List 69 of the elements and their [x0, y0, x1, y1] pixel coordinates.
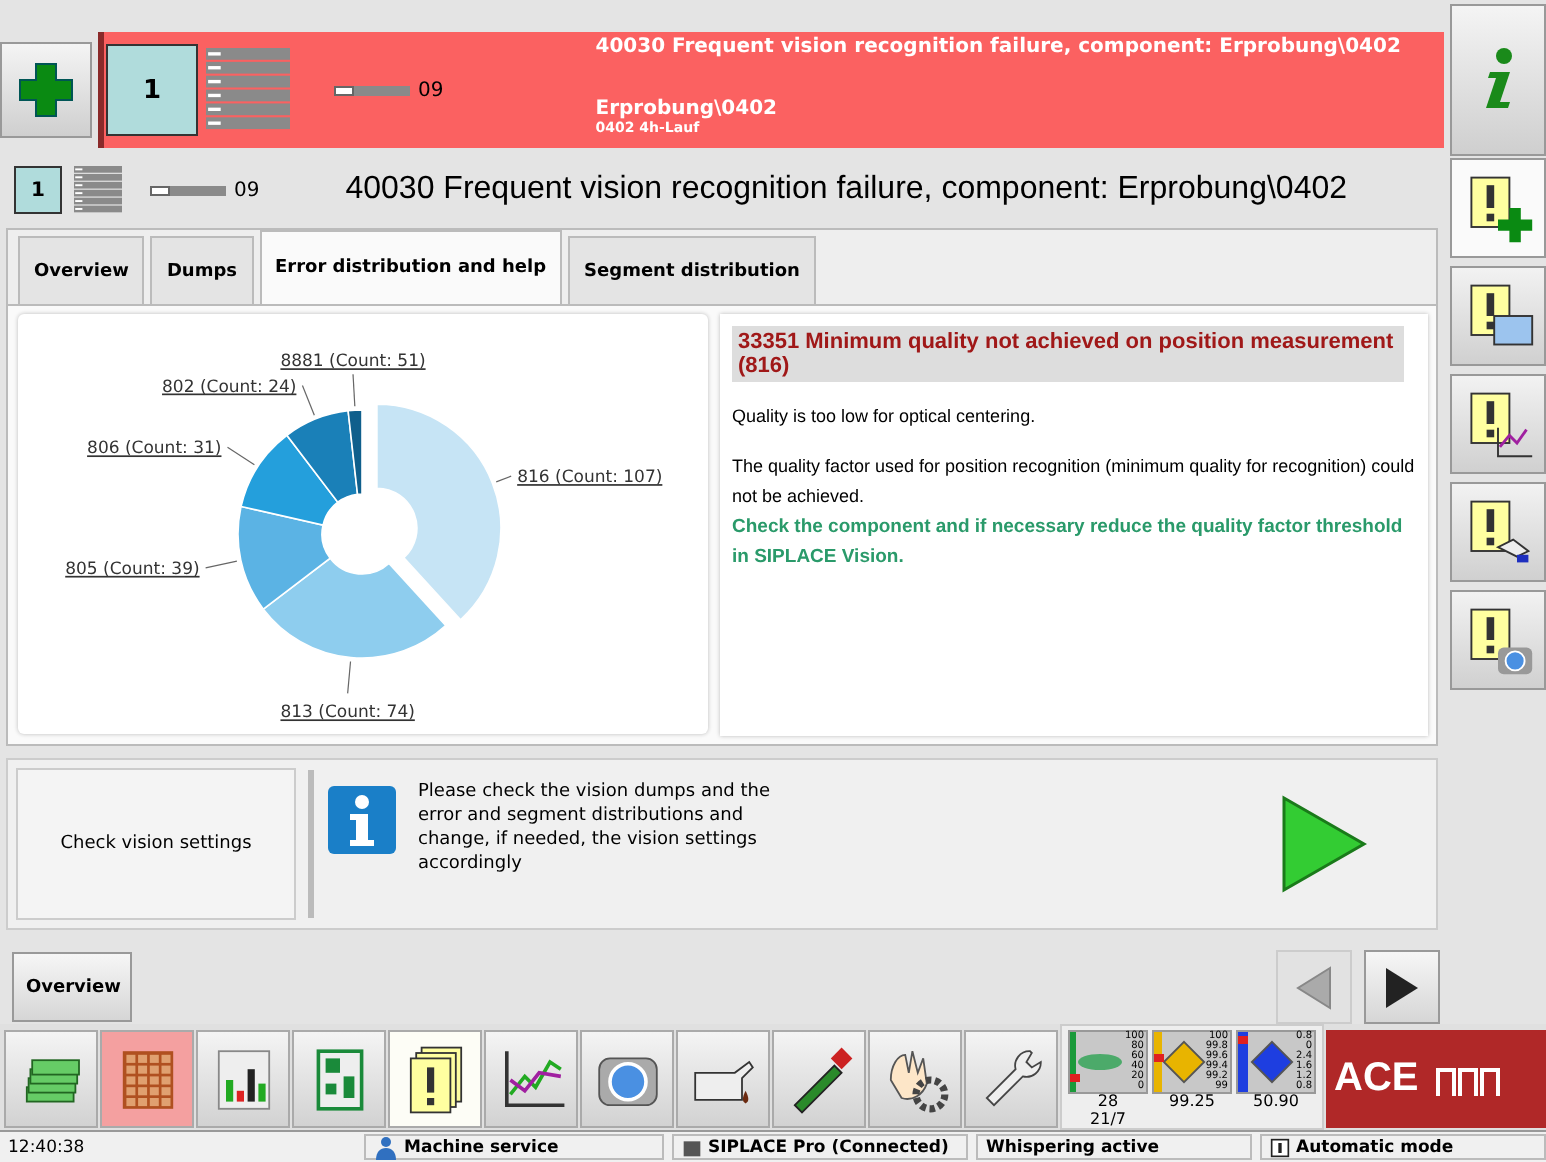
person-icon — [374, 1135, 398, 1159]
leader-line — [352, 373, 356, 407]
left-arrow-icon — [1294, 963, 1334, 1011]
gauge-reading: 28 — [1097, 1094, 1119, 1111]
toolbar-button[interactable] — [580, 1030, 674, 1128]
right-arrow-icon — [1382, 963, 1422, 1011]
toolbar-button[interactable] — [4, 1030, 98, 1128]
step-label[interactable]: Check vision settings — [16, 768, 296, 920]
help-text: Quality is too low for optical centering. — [732, 404, 1038, 430]
add-button[interactable] — [0, 42, 92, 138]
play-icon[interactable] — [1280, 794, 1368, 894]
previous-button[interactable] — [1276, 950, 1352, 1024]
tab[interactable]: Overview — [18, 236, 145, 304]
status-text: SIPLACE Pro (Connected) — [708, 1137, 949, 1157]
status-text: Whispering active — [986, 1137, 1160, 1157]
leader-line — [495, 475, 512, 483]
side-button[interactable] — [1450, 482, 1546, 582]
plus-icon — [16, 60, 76, 120]
slot-number: 09 — [418, 79, 444, 101]
action-text: Check the component and if necessary reduce the quality factor threshold in SIPLACE Vision. — [732, 514, 1405, 572]
step-message: Please check the vision dumps and the error and segment distributions and change, if needed, the vision settings accordingly — [418, 780, 773, 876]
slice-label: 802 (Count: 24) — [162, 377, 297, 398]
donut-slice — [240, 434, 339, 526]
slice-label: 8881 (Count: 51) — [280, 352, 426, 373]
slice-label: 806 (Count: 31) — [87, 439, 222, 460]
mode-icon — [1270, 1135, 1290, 1159]
station-number: 1 — [14, 166, 62, 214]
leader-line — [347, 660, 352, 694]
toolbar-button[interactable] — [196, 1030, 290, 1128]
list-icon — [68, 166, 128, 214]
toolbar-button[interactable] — [484, 1030, 578, 1128]
info-button[interactable] — [1450, 4, 1546, 156]
toolbar-button[interactable] — [964, 1030, 1058, 1128]
tab[interactable]: Error distribution and help — [259, 230, 563, 304]
leader-line — [205, 560, 238, 569]
slot-number: 09 — [234, 179, 260, 201]
help-title: 33351 Minimum quality not achieved on position measurement (816) — [732, 326, 1404, 382]
slice-label: 816 (Count: 107) — [517, 468, 663, 489]
clock: 12:40:38 — [6, 1135, 87, 1160]
leader-line — [226, 446, 255, 466]
status-text: Automatic mode — [1296, 1137, 1454, 1157]
alarm-title: 40030 Frequent vision recognition failure, component: Erprobung\0402 — [595, 36, 1401, 58]
station-number: 1 — [106, 44, 198, 136]
logo-icon — [1434, 1063, 1503, 1095]
side-button[interactable] — [1450, 374, 1546, 474]
diamond-icon — [1161, 1040, 1206, 1084]
slice-label: 813 (Count: 74) — [280, 703, 415, 724]
gauge-reading: 99.25 — [1169, 1094, 1215, 1111]
toolbar-button[interactable] — [388, 1030, 482, 1128]
tab[interactable]: Segment distribution — [568, 236, 816, 304]
toolbar-button[interactable] — [676, 1030, 770, 1128]
tab[interactable]: Dumps — [150, 236, 253, 304]
slice-label: 805 (Count: 39) — [65, 559, 200, 580]
gauge-subreading: 21/7 — [1090, 1111, 1126, 1128]
alarm-title: 40030 Frequent vision recognition failure, component: Erprobung\0402 — [345, 172, 1348, 208]
component-name: Erprobung\0402 — [595, 98, 779, 120]
side-button[interactable] — [1450, 590, 1546, 690]
help-text: The quality factor used for position recognition (minimum quality for recognition) could not be achieved. — [732, 454, 1416, 510]
toolbar-button[interactable] — [868, 1030, 962, 1128]
side-button[interactable] — [1450, 266, 1546, 366]
overview-button[interactable]: Overview — [12, 952, 132, 1022]
status-text: Machine service — [404, 1137, 559, 1157]
next-button[interactable] — [1364, 950, 1440, 1024]
logo-text: ACE — [1334, 1056, 1419, 1102]
info-icon — [326, 784, 398, 856]
leader-line — [301, 384, 315, 416]
side-button[interactable] — [1450, 158, 1546, 258]
toolbar-button[interactable] — [772, 1030, 866, 1128]
gauge-reading: 50.90 — [1253, 1094, 1299, 1111]
